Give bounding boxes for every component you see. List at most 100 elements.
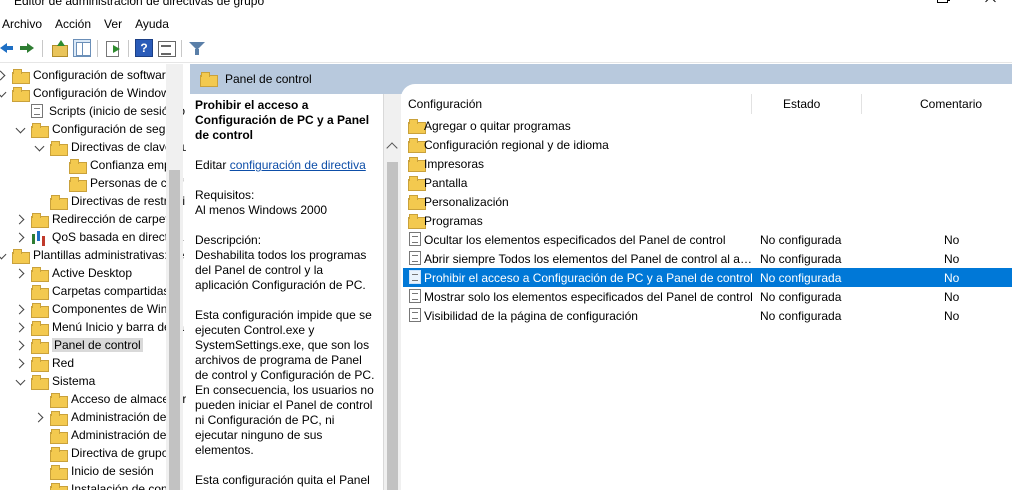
chevron-right-icon[interactable] [15, 231, 27, 243]
export-list-icon[interactable] [104, 39, 122, 57]
tree-item[interactable]: Confianza empre [53, 156, 181, 174]
menu-archivo[interactable]: Archivo [0, 17, 49, 31]
chevron-down-icon[interactable] [15, 123, 27, 135]
list-folder-row[interactable]: Impresoras [403, 154, 1012, 173]
row-state: No configurada [760, 290, 842, 304]
help-icon[interactable]: ? [135, 39, 153, 57]
folder-icon [50, 410, 68, 426]
folder-icon [31, 284, 49, 300]
folder-icon [31, 356, 49, 372]
column-estado[interactable]: Estado [783, 97, 820, 111]
tree-item[interactable]: Menú Inicio y barra de ta [15, 318, 184, 336]
list-folder-row[interactable]: Configuración regional y de idioma [403, 135, 1012, 154]
tree-item[interactable]: Plantillas administrativas: de [0, 246, 184, 264]
chevron-right-icon[interactable] [15, 321, 27, 333]
show-hide-tree-icon[interactable] [73, 39, 91, 57]
requirements-label: Requisitos: [195, 188, 255, 202]
tree-item[interactable]: Directivas de clave pu [34, 138, 186, 156]
tree-item-label: Configuración de Windows [33, 86, 176, 100]
tree-item[interactable]: Componentes de Windo [15, 300, 181, 318]
tree-item[interactable]: QoS basada en directiva [15, 228, 183, 246]
navigation-tree: Configuración de software Configuración d… [0, 64, 186, 490]
list-setting-row[interactable]: Visibilidad de la página de configuració… [403, 306, 1012, 325]
menu-ayuda[interactable]: Ayuda [133, 17, 176, 31]
column-separator[interactable] [861, 94, 862, 114]
row-name: Configuración regional y de idioma [424, 138, 609, 152]
maximize-icon[interactable] [937, 0, 951, 8]
list-folder-row[interactable]: Personalización [403, 192, 1012, 211]
list-folder-row[interactable]: Programas [403, 211, 1012, 230]
menu-ver[interactable]: Ver [102, 17, 129, 31]
row-comment: No [944, 271, 960, 285]
list-folder-row[interactable]: Agregar o quitar programas [403, 116, 1012, 135]
column-comentario[interactable]: Comentario [920, 97, 982, 111]
filter-icon[interactable] [188, 39, 206, 57]
folder-icon [31, 320, 49, 336]
tree-item[interactable]: Acceso de almacenar [34, 390, 186, 408]
tree-item[interactable]: Configuración de software [0, 66, 172, 84]
tree-item[interactable]: Panel de control [15, 336, 143, 354]
policy-setting-icon [409, 289, 421, 303]
tree-item[interactable]: Personas de conf [53, 174, 183, 192]
chevron-right-icon[interactable] [15, 213, 27, 225]
description-label: Descripción: [195, 233, 262, 247]
edit-policy-link[interactable]: configuración de directiva [230, 158, 366, 172]
description-scrollbar-thumb[interactable] [387, 162, 398, 490]
tree-item[interactable]: Instalación de contro [34, 480, 182, 490]
list-folder-row[interactable]: Pantalla [403, 173, 1012, 192]
column-configuracion[interactable]: Configuración [408, 97, 482, 111]
tree-item[interactable]: Carpetas compartidas [15, 282, 169, 300]
column-separator[interactable] [751, 94, 752, 114]
row-name: Impresoras [424, 157, 485, 171]
tree-item[interactable]: Directiva de grupo [34, 444, 168, 462]
folder-icon [408, 176, 426, 191]
list-setting-row[interactable]: Prohibir el acceso a Configuración de PC… [403, 268, 1012, 287]
tree-item-label: Sistema [52, 374, 96, 388]
list-setting-row[interactable]: Abrir siempre Todos los elementos del Pa… [403, 249, 1012, 268]
up-folder-icon[interactable] [50, 39, 68, 57]
chevron-right-icon[interactable] [0, 69, 8, 81]
tree-item[interactable]: Redirección de carpetas [15, 210, 181, 228]
tree-item[interactable]: Administración de er [34, 426, 180, 444]
tree-item[interactable]: Active Desktop [15, 264, 132, 282]
back-arrow-icon[interactable] [0, 39, 18, 57]
tree-item[interactable]: Sistema [15, 372, 95, 390]
tree-item[interactable]: Administración de co [34, 408, 182, 426]
tree-item-label: Administración de er [71, 428, 181, 442]
chevron-right-icon[interactable] [15, 339, 27, 351]
chevron-down-icon[interactable] [0, 87, 8, 99]
tree-item[interactable]: Scripts (inicio de sesión o [15, 102, 185, 120]
scroll-up-icon[interactable] [386, 142, 398, 154]
chevron-down-icon[interactable] [34, 141, 46, 153]
tree-item-label: Directiva de grupo [71, 446, 169, 460]
list-setting-row[interactable]: Ocultar los elementos especificados del … [403, 230, 1012, 249]
tree-item[interactable]: Configuración de Windows [0, 84, 176, 102]
chevron-right-icon[interactable] [34, 411, 46, 423]
chevron-down-icon[interactable] [15, 375, 27, 387]
tree-item-label: QoS basada en directiva [52, 230, 184, 244]
tree-item[interactable]: Configuración de seguri [15, 120, 179, 138]
tree-item[interactable]: Inicio de sesión [34, 462, 154, 480]
toolbar-separator [181, 40, 182, 57]
row-name: Personalización [424, 195, 509, 209]
content-header-title: Panel de control [225, 72, 312, 86]
tree-item[interactable]: Red [15, 354, 74, 372]
tree-scrollbar-thumb[interactable] [169, 170, 180, 490]
folder-icon [31, 374, 49, 390]
folder-icon [50, 140, 68, 156]
menu-accion[interactable]: Acción [53, 17, 98, 31]
tree-item[interactable]: Directivas de restricci [34, 192, 185, 210]
chevron-down-icon[interactable] [0, 249, 8, 261]
folder-icon [12, 86, 30, 102]
chevron-right-icon[interactable] [15, 267, 27, 279]
chevron-right-icon[interactable] [15, 357, 27, 369]
description-scrollbar[interactable] [384, 94, 401, 490]
close-icon[interactable] [984, 0, 998, 8]
tree-scrollbar[interactable] [166, 64, 183, 490]
chevron-right-icon[interactable] [15, 303, 27, 315]
forward-arrow-icon[interactable] [18, 39, 36, 57]
list-setting-row[interactable]: Mostrar solo los elementos especificados… [403, 287, 1012, 306]
properties-icon[interactable] [157, 39, 176, 57]
